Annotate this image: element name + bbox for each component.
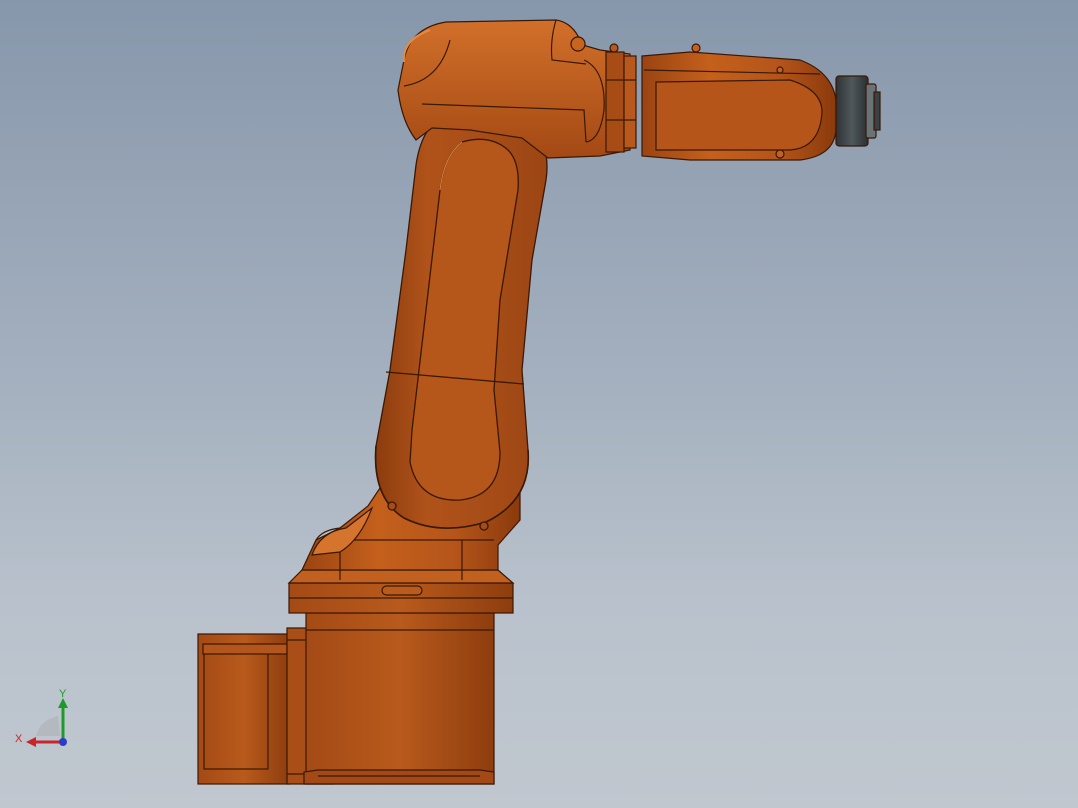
base-foot [303, 769, 495, 785]
wrist-ring [605, 51, 625, 153]
z-axis-icon [59, 738, 67, 746]
x-axis-label: X [15, 733, 23, 745]
wrist-panel [655, 79, 823, 151]
connector-box [197, 633, 291, 785]
base-cylinder [305, 612, 495, 785]
turntable-slot [381, 585, 423, 596]
tool-flange [835, 75, 869, 147]
robot-arm-model[interactable] [0, 0, 1078, 808]
wrist [641, 43, 881, 161]
y-axis-label: Y [59, 688, 67, 700]
lower-arm [374, 114, 548, 531]
robot-base [197, 612, 495, 785]
view-triad: Y X [10, 686, 80, 756]
graphics-viewport[interactable]: Y X [0, 0, 1078, 808]
